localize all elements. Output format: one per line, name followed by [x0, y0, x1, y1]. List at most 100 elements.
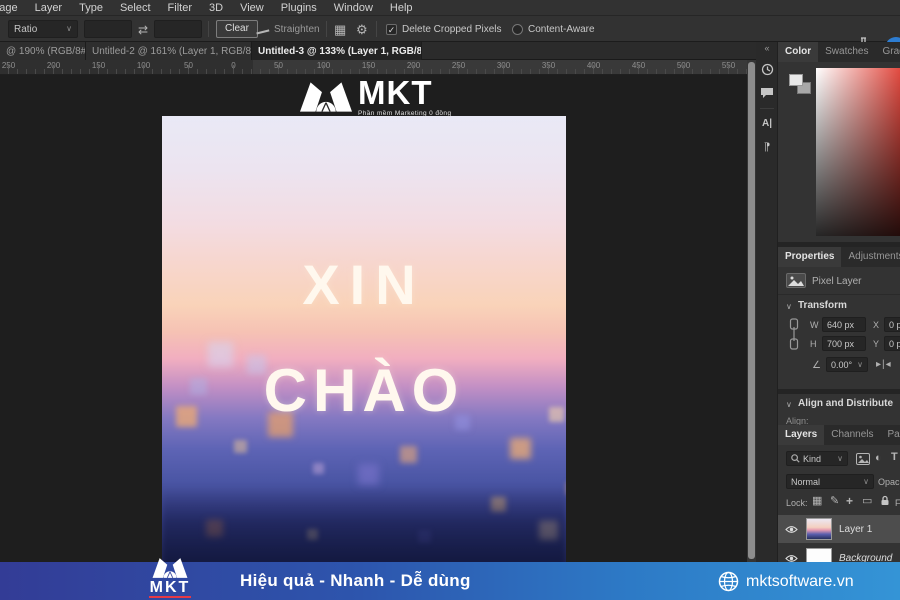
lock-artboard-icon[interactable]: ▭	[862, 496, 872, 507]
filter-type-layers-icon[interactable]: T	[891, 452, 898, 463]
blend-mode-dropdown[interactable]: Normal ∨	[786, 474, 874, 489]
delete-cropped-label[interactable]: Delete Cropped Pixels	[402, 24, 502, 35]
lock-transparency-icon[interactable]: ▦	[812, 496, 822, 507]
filter-adjustment-layers-icon[interactable]: ◐	[875, 453, 882, 464]
clear-button[interactable]: Clear	[216, 20, 258, 38]
color-picker-field[interactable]	[816, 68, 900, 236]
eye-icon[interactable]	[785, 525, 798, 534]
comment-panel-icon[interactable]	[758, 84, 776, 102]
kind-label: Kind	[803, 454, 821, 464]
chevron-down-icon[interactable]: ∨	[786, 400, 792, 409]
menu-item[interactable]: Layer	[35, 2, 63, 14]
chevron-down-icon: ∨	[66, 25, 72, 33]
menu-item[interactable]: View	[240, 2, 264, 14]
history-panel-icon[interactable]	[758, 60, 776, 78]
transform-title[interactable]: Transform	[798, 300, 847, 311]
footer-website[interactable]: mktsoftware.vn	[746, 573, 854, 591]
lock-pixels-icon[interactable]: ✎	[830, 496, 839, 507]
tab-swatches[interactable]: Swatches	[818, 42, 875, 62]
canvas-text-xin: XIN	[162, 252, 566, 317]
tab-color[interactable]: Color	[778, 42, 818, 62]
gear-icon[interactable]: ⚙	[356, 23, 368, 36]
footer-red-bar	[149, 596, 191, 598]
x-input[interactable]: 0 px	[884, 317, 900, 332]
tab-properties[interactable]: Properties	[778, 247, 841, 267]
angle-value: 0.00°	[831, 360, 852, 370]
properties-panel-body: Pixel Layer ∨ Transform W 640 px X 0 px …	[778, 267, 900, 389]
menu-item[interactable]: Image	[0, 2, 18, 14]
scrollbar-thumb[interactable]	[748, 62, 755, 559]
watermark-brand: MKT	[358, 78, 451, 108]
y-label: Y	[873, 339, 879, 349]
globe-icon	[718, 571, 739, 592]
tab-adjustments[interactable]: Adjustments	[841, 247, 900, 267]
chevron-down-icon: ∨	[837, 455, 843, 463]
checkmark-icon: ✓	[388, 25, 396, 35]
height-value: 700 px	[827, 339, 854, 349]
chevron-down-icon[interactable]: ∨	[786, 302, 792, 311]
straighten-label[interactable]: Straighten	[274, 24, 320, 35]
layer-row-layer1[interactable]: Layer 1	[778, 515, 900, 543]
tab-layers[interactable]: Layers	[778, 425, 824, 445]
height-label: H	[810, 339, 817, 349]
lock-all-icon[interactable]	[880, 495, 890, 506]
layer1-name[interactable]: Layer 1	[839, 524, 872, 535]
x-value: 0 px	[889, 320, 900, 330]
layers-panel-body: Kind ∨ ◐ T Normal ∨ Opacity Lock: ▦ ✎ + …	[778, 445, 900, 563]
canvas-document[interactable]: XIN CHÀO	[162, 116, 566, 566]
content-aware-radio[interactable]	[512, 24, 523, 35]
width-input[interactable]: 640 px	[822, 317, 866, 332]
flip-icons[interactable]: ▸|◂	[876, 359, 892, 370]
align-title[interactable]: Align and Distribute	[798, 398, 893, 409]
doc-tab-1[interactable]: @ 190% (RGB/8#) * ×	[0, 42, 86, 60]
menu-item[interactable]: Type	[79, 2, 103, 14]
menu-item[interactable]: Help	[390, 2, 413, 14]
vertical-scrollbar[interactable]	[747, 60, 756, 563]
doc-tab-3-active[interactable]: Untitled-3 @ 133% (Layer 1, RGB/8#) * ×	[252, 42, 422, 60]
menu-item[interactable]: Filter	[168, 2, 192, 14]
link-dimensions-icon[interactable]	[788, 318, 800, 350]
fill-label[interactable]: Fill	[895, 498, 900, 508]
doc-tab-label: Untitled-2 @ 161% (Layer 1, RGB/8#) *	[92, 46, 252, 57]
filter-pixel-layers-icon[interactable]	[856, 453, 870, 465]
height-input[interactable]: 700 px	[822, 336, 866, 351]
doc-tab-label: @ 190% (RGB/8#) *	[6, 46, 86, 57]
layer-filter-kind-dropdown[interactable]: Kind ∨	[786, 451, 848, 466]
angle-icon: ∠	[812, 360, 821, 371]
doc-tab-2[interactable]: Untitled-2 @ 161% (Layer 1, RGB/8#) * ×	[86, 42, 252, 60]
foreground-color-swatch[interactable]	[789, 74, 803, 86]
ratio-height-input[interactable]	[154, 20, 202, 38]
x-label: X	[873, 320, 879, 330]
menu-bar: Image Layer Type Select Filter 3D View Plugins W…	[0, 0, 900, 16]
color-panel-body	[778, 62, 900, 242]
lock-position-icon[interactable]: +	[846, 495, 853, 507]
crop-overlay-icon[interactable]: ▦	[334, 23, 346, 36]
delete-cropped-checkbox[interactable]: ✓	[386, 24, 397, 35]
collapse-panels-icon[interactable]: «	[758, 42, 776, 54]
paragraph-panel-icon[interactable]: ¶	[758, 138, 776, 156]
layer1-thumbnail[interactable]	[806, 518, 832, 540]
angle-input[interactable]: 0.00° ∨	[826, 357, 868, 372]
doc-tab-label: Untitled-3 @ 133% (Layer 1, RGB/8#) *	[258, 46, 422, 57]
character-panel-icon[interactable]: A|	[758, 114, 776, 132]
tab-gradients[interactable]: Gradients	[875, 42, 900, 62]
opacity-label[interactable]: Opacity	[878, 477, 900, 487]
collapsed-panel-rail: « A| ¶	[756, 42, 778, 563]
menu-item[interactable]: Window	[334, 2, 373, 14]
chevron-down-icon: ∨	[857, 361, 863, 369]
watermark-tagline: Phần mềm Marketing 0 đồng	[358, 110, 451, 117]
tab-paths[interactable]: Paths	[881, 425, 900, 445]
menu-item[interactable]: Select	[120, 2, 151, 14]
menu-item[interactable]: 3D	[209, 2, 223, 14]
ratio-width-input[interactable]	[84, 20, 132, 38]
menu-item[interactable]: Plugins	[281, 2, 317, 14]
search-icon	[791, 454, 800, 463]
y-input[interactable]: 0 px	[884, 336, 900, 351]
tab-channels[interactable]: Channels	[824, 425, 880, 445]
swap-arrows-icon[interactable]: ⇄	[138, 24, 148, 36]
content-aware-label[interactable]: Content-Aware	[528, 24, 595, 35]
ratio-dropdown[interactable]: Ratio ∨	[8, 20, 78, 38]
lock-label: Lock:	[786, 498, 808, 508]
mkt-watermark: MKT Phần mềm Marketing 0 đồng	[300, 78, 451, 117]
horizontal-ruler[interactable]: 2502001501005005010015020025030035040045…	[0, 60, 747, 75]
